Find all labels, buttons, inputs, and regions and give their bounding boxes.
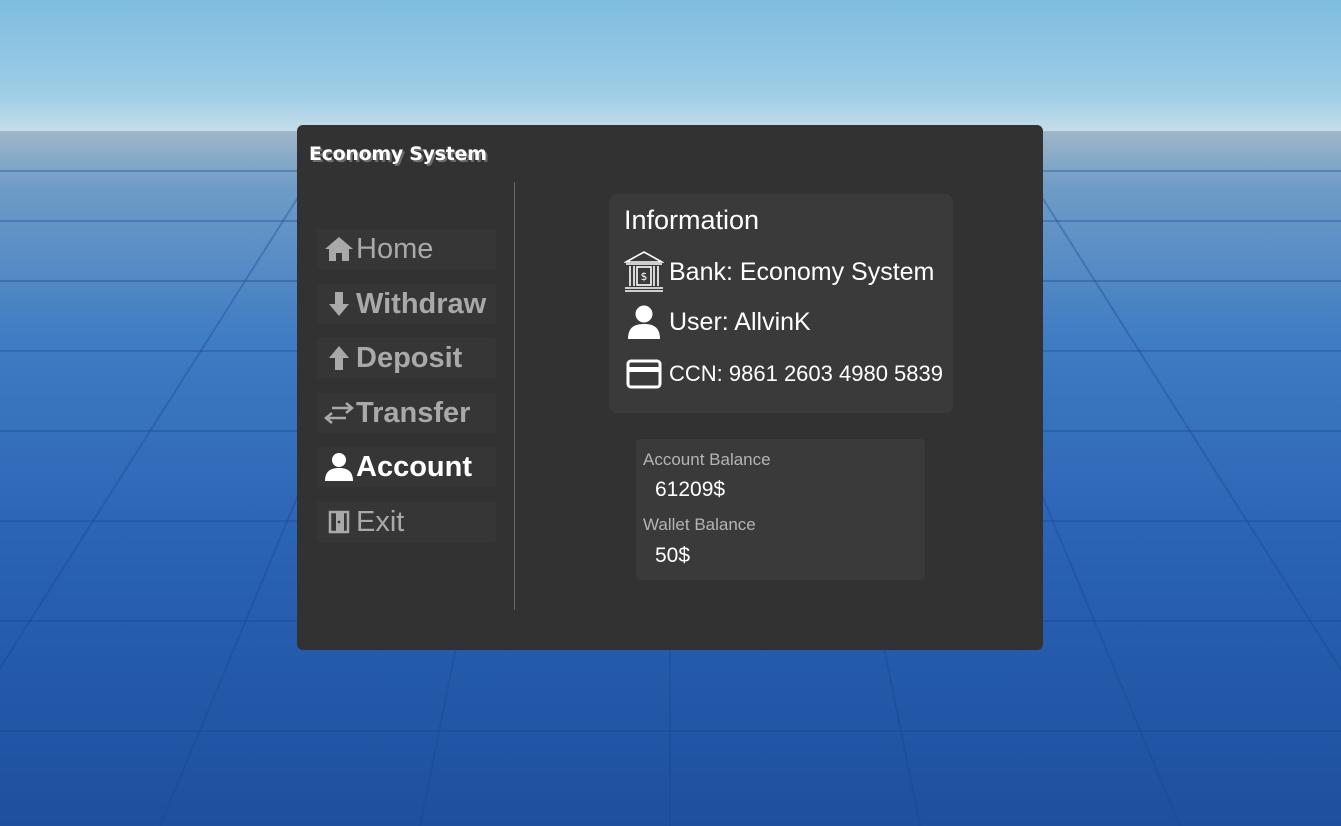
ccn-row: CCN: 9861 2603 4980 5839 [623, 359, 943, 389]
arrow-down-icon [322, 284, 356, 324]
nav-label: Deposit [356, 341, 463, 374]
wallet-balance-label: Wallet Balance [643, 515, 756, 534]
account-balance-label: Account Balance [643, 450, 771, 469]
economy-window: Economy System Home Withdraw Deposit Tra… [297, 125, 1043, 650]
ccn-text: CCN: 9861 2603 4980 5839 [669, 361, 943, 386]
nav-item-exit[interactable]: Exit [317, 502, 496, 542]
home-icon [322, 229, 356, 269]
balance-card: Account Balance 61209$ Wallet Balance 50… [636, 439, 925, 580]
bank-row: $ Bank: Economy System [623, 250, 934, 294]
nav-label: Withdraw [356, 287, 487, 320]
nav-label: Transfer [356, 396, 471, 429]
bank-text: Bank: Economy System [669, 257, 935, 286]
nav-label: Exit [356, 505, 405, 538]
nav-item-transfer[interactable]: Transfer [317, 393, 496, 433]
bank-icon: $ [623, 250, 665, 294]
sky-background [0, 0, 1341, 135]
nav-label: Account [356, 450, 472, 483]
information-card: Information $ Bank: Economy System User:… [609, 194, 953, 413]
window-title: Economy System [309, 143, 487, 165]
credit-card-icon [623, 359, 665, 389]
nav-item-account[interactable]: Account [317, 447, 496, 487]
sidebar-divider [514, 182, 515, 610]
nav-label: Home [356, 232, 434, 265]
svg-text:$: $ [641, 270, 648, 283]
nav-item-withdraw[interactable]: Withdraw [317, 284, 496, 324]
arrow-up-icon [322, 338, 356, 378]
user-text: User: AllvinK [669, 307, 811, 336]
nav-item-deposit[interactable]: Deposit [317, 338, 496, 378]
user-icon [322, 447, 356, 487]
account-balance-value: 61209$ [655, 478, 726, 501]
exit-door-icon [322, 502, 356, 542]
wallet-balance-value: 50$ [655, 544, 691, 567]
user-icon [623, 304, 665, 340]
user-row: User: AllvinK [623, 304, 811, 340]
transfer-arrows-icon [322, 393, 356, 433]
information-heading: Information [624, 205, 760, 235]
nav-item-home[interactable]: Home [317, 229, 496, 269]
